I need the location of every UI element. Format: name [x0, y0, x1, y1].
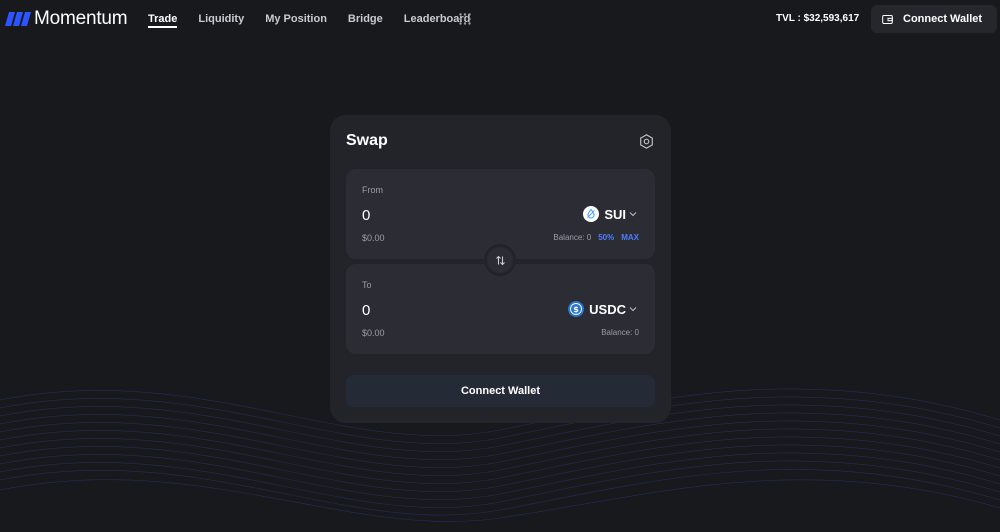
- from-amount-input[interactable]: [362, 204, 522, 226]
- tvl-value: TVL : $32,593,617: [776, 13, 860, 24]
- to-amount-input[interactable]: [362, 299, 522, 321]
- chevron-down-icon: [629, 212, 637, 217]
- to-token-name: USDC: [589, 301, 626, 317]
- brand-name: Momentum: [34, 8, 128, 29]
- from-usd-value: $0.00: [362, 233, 385, 243]
- swap-arrows-icon: [495, 255, 505, 265]
- sui-token-icon: [583, 206, 600, 222]
- nav-trade[interactable]: Trade: [148, 0, 178, 38]
- to-usd-value: $0.00: [362, 328, 385, 338]
- from-balance: Balance: 0: [553, 233, 592, 242]
- header-connect-label: Connect Wallet: [903, 13, 983, 25]
- to-label: To: [362, 280, 372, 290]
- main-nav: Trade Liquidity My Position Bridge Leade…: [148, 0, 491, 38]
- half-balance-button[interactable]: 50%: [598, 233, 614, 242]
- max-balance-button[interactable]: MAX: [621, 233, 639, 242]
- svg-text:$: $: [573, 305, 579, 314]
- to-panel: To $ USDC $0.00 Balance: 0: [346, 264, 655, 354]
- swap-title: Swap: [346, 132, 388, 149]
- to-token-select[interactable]: $ USDC: [568, 299, 637, 319]
- settings-hex-icon[interactable]: [639, 134, 654, 149]
- swap-card: Swap From SUI $0.00 Balance: 0: [330, 115, 671, 423]
- from-token-name: SUI: [604, 206, 626, 222]
- flip-tokens-button[interactable]: [484, 244, 516, 276]
- from-balance-row: Balance: 0 50% MAX: [553, 233, 639, 242]
- swap-page: Momentum Trade Liquidity My Position Bri…: [0, 0, 1000, 532]
- grid-dots-icon[interactable]: [459, 13, 471, 25]
- momentum-logo-icon: [5, 12, 31, 26]
- nav-bridge[interactable]: Bridge: [348, 0, 383, 38]
- nav-my-position[interactable]: My Position: [265, 0, 327, 38]
- usdc-token-icon: $: [568, 301, 585, 317]
- connect-wallet-button[interactable]: Connect Wallet: [346, 375, 655, 407]
- brand-logo[interactable]: Momentum: [5, 8, 128, 30]
- to-balance: Balance: 0: [601, 328, 639, 337]
- chevron-down-icon: [629, 307, 637, 312]
- wallet-icon: [882, 14, 893, 24]
- top-navbar: Momentum Trade Liquidity My Position Bri…: [0, 0, 1000, 38]
- to-balance-row: Balance: 0: [601, 328, 639, 337]
- from-token-select[interactable]: SUI: [583, 204, 637, 224]
- header-connect-wallet-button[interactable]: Connect Wallet: [871, 5, 997, 33]
- from-label: From: [362, 185, 383, 195]
- nav-liquidity[interactable]: Liquidity: [198, 0, 244, 38]
